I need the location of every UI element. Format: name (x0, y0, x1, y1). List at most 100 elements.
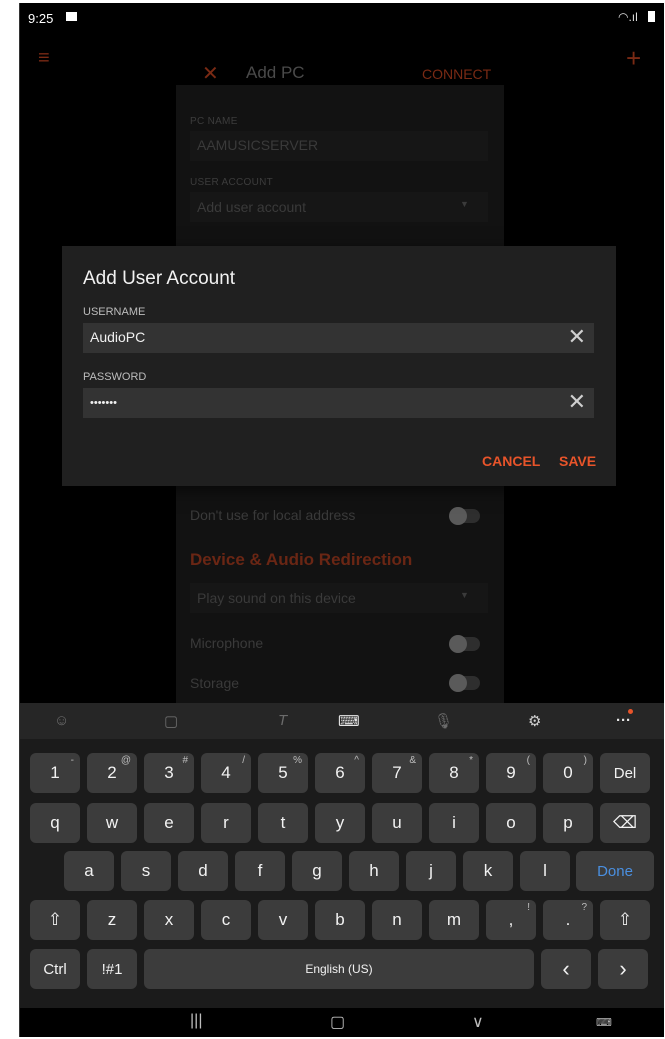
key-8-label: 8 (449, 763, 459, 782)
key-x[interactable]: x (144, 900, 194, 940)
key-x-label: x (164, 910, 174, 929)
key-l[interactable]: l (520, 851, 570, 891)
key-b[interactable]: b (315, 900, 365, 940)
done-button-label: Done (597, 862, 633, 880)
key-0[interactable]: 0) (543, 753, 593, 793)
key-w[interactable]: w (87, 803, 137, 843)
key-1[interactable]: 1- (30, 753, 80, 793)
key-n[interactable]: n (372, 900, 422, 940)
key-7[interactable]: 7 & (372, 753, 422, 793)
key-l-label: l (543, 861, 547, 880)
local-address-toggle[interactable] (449, 507, 480, 525)
password-input[interactable]: ••••••• ✕ (83, 388, 594, 418)
key-4[interactable]: 4/ (201, 753, 251, 793)
symbols-key[interactable]: !#1 (87, 949, 137, 989)
key-delete[interactable]: Del (600, 753, 650, 793)
shift-left-icon[interactable]: ⇧ (30, 900, 80, 940)
backspace-icon-label: ⌫ (612, 813, 638, 832)
ctrl-key[interactable]: Ctrl (30, 949, 80, 989)
key-o[interactable]: o (486, 803, 536, 843)
key-k[interactable]: k (463, 851, 513, 891)
key-c[interactable]: c (201, 900, 251, 940)
key-i[interactable]: i (429, 803, 479, 843)
key-r[interactable]: r (201, 803, 251, 843)
keyboard-icon[interactable]: ⌨ (338, 712, 360, 730)
username-label: USERNAME (83, 306, 146, 318)
key-6-label: 6 (335, 763, 345, 782)
key-p[interactable]: p (543, 803, 593, 843)
key-2[interactable]: 2 @ (87, 753, 137, 793)
pc-name-field[interactable]: AAMUSICSERVER (190, 131, 488, 161)
key-a[interactable]: a (64, 851, 114, 891)
username-input[interactable]: AudioPC ✕ (83, 323, 594, 353)
key-a-label: a (84, 861, 94, 880)
key-j[interactable]: j (406, 851, 456, 891)
arrow-left-icon-label: ‹ (562, 956, 570, 981)
key-3[interactable]: 3 # (144, 753, 194, 793)
key-z[interactable]: z (87, 900, 137, 940)
keyboard-hide-icon[interactable]: ⌨ (596, 1016, 612, 1029)
symbols-key-label: !#1 (101, 960, 123, 978)
section-title: Device & Audio Redirection (190, 550, 413, 569)
arrow-left-icon[interactable]: ‹ (541, 949, 591, 989)
back-icon[interactable]: ∨ (472, 1012, 484, 1032)
cancel-button[interactable]: CANCEL (482, 453, 540, 469)
key-e[interactable]: e (144, 803, 194, 843)
close-icon[interactable]: ✕ (202, 61, 219, 86)
key-g[interactable]: g (292, 851, 342, 891)
key-g-label: g (312, 861, 322, 880)
key-8[interactable]: 8 * (429, 753, 479, 793)
save-button[interactable]: SAVE (559, 453, 596, 469)
key-m[interactable]: m (429, 900, 479, 940)
add-icon[interactable]: + (626, 43, 641, 74)
on-screen-keyboard: ☺ ▢ T ⌨ 🎙 ⚙ ··· 1-2 @3 #4/5% 6 ^ 7 & 8 * 9(0) Del q… (20, 703, 664, 1008)
key-6[interactable]: 6 ^ (315, 753, 365, 793)
key-9-alt-label: ( (526, 755, 530, 766)
key-v[interactable]: v (258, 900, 308, 940)
user-account-label: USER ACCOUNT (190, 177, 274, 188)
done-button[interactable]: Done (576, 851, 654, 891)
settings-gear-icon[interactable]: ⚙ (528, 712, 541, 730)
key-s[interactable]: s (121, 851, 171, 891)
sticker-icon[interactable]: ▢ (164, 712, 178, 730)
shift-right-icon[interactable]: ⇧ (600, 900, 650, 940)
key-q[interactable]: q (30, 803, 80, 843)
key-f[interactable]: f (235, 851, 285, 891)
sound-select[interactable]: Play sound on this device ▼ (190, 583, 488, 613)
key-t[interactable]: t (258, 803, 308, 843)
key-5[interactable]: 5% (258, 753, 308, 793)
key-period[interactable]: .? (543, 900, 593, 940)
key-comma[interactable]: ,! (486, 900, 536, 940)
chevron-down-icon: ▼ (460, 199, 469, 209)
user-account-select[interactable]: Add user account ▼ (190, 192, 488, 222)
menu-icon[interactable]: ≡ (38, 47, 50, 70)
connect-button[interactable]: CONNECT (422, 66, 491, 82)
key-3-alt-label: # (182, 755, 188, 766)
recent-apps-icon[interactable]: ||| (190, 1012, 202, 1030)
key-6-alt-label: ^ (354, 755, 359, 766)
key-h[interactable]: h (349, 851, 399, 891)
microphone-toggle[interactable] (449, 635, 480, 653)
more-options-icon[interactable]: ··· (616, 712, 631, 729)
key-comma-alt-label: ! (527, 902, 530, 913)
arrow-right-icon[interactable]: › (598, 949, 648, 989)
key-j-label: j (429, 861, 433, 880)
microphone-icon[interactable]: 🎙 (434, 712, 453, 730)
key-y[interactable]: y (315, 803, 365, 843)
space-bar[interactable]: English (US) (144, 949, 534, 989)
key-u[interactable]: u (372, 803, 422, 843)
backspace-icon[interactable]: ⌫ (600, 803, 650, 843)
emoji-icon[interactable]: ☺ (54, 712, 69, 729)
key-b-label: b (335, 910, 345, 929)
key-2-label: 2 (107, 763, 117, 782)
password-label: PASSWORD (83, 371, 147, 383)
home-icon[interactable]: ▢ (330, 1012, 345, 1032)
key-9[interactable]: 9( (486, 753, 536, 793)
clear-username-icon[interactable]: ✕ (568, 325, 586, 349)
storage-toggle[interactable] (449, 674, 480, 692)
clear-password-icon[interactable]: ✕ (568, 390, 586, 414)
key-d[interactable]: d (178, 851, 228, 891)
handwriting-icon[interactable]: T (278, 712, 287, 729)
user-account-value: Add user account (197, 199, 306, 215)
device-screen: 9:25 ◠.ıl ≡ + ✕ Add PC CONNECT PC NAME A… (19, 3, 664, 1037)
